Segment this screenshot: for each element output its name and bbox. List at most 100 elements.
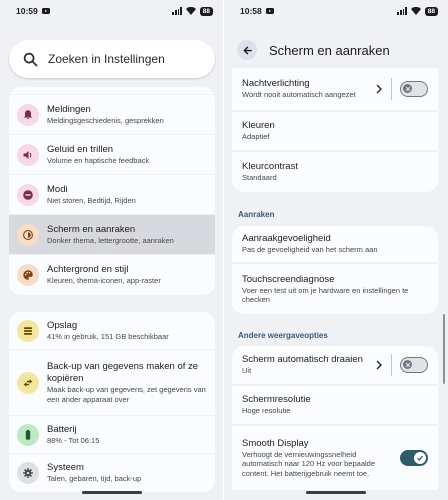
item-subtitle: Donker thema, lettergrootte, aanraken	[47, 235, 174, 245]
search-icon	[23, 52, 38, 66]
toggle-knob	[403, 360, 412, 369]
item-subtitle: Wordt nooit automatisch aangezet	[242, 90, 356, 100]
item-title: Geluid en trillen	[47, 143, 114, 155]
item-title: Batterij	[47, 423, 77, 435]
app-bar: Scherm en aanraken	[224, 36, 448, 64]
toggle-knob	[403, 84, 412, 93]
item-title: Systeem	[47, 462, 84, 474]
chevron-right-icon	[376, 360, 382, 370]
chevron-right-icon	[376, 84, 382, 94]
section-header-touch: Aanraken	[238, 210, 275, 219]
item-subtitle: Voer een test uit om je hardware en inst…	[242, 285, 409, 305]
divider	[391, 354, 392, 376]
settings-item-colors[interactable]: Kleuren Adaptief	[232, 112, 438, 152]
settings-item-touch-sensitivity[interactable]: Aanraakgevoeligheid Pas de gevoeligheid …	[232, 226, 438, 264]
media-icon	[41, 8, 50, 14]
settings-item-wallpaper[interactable]: Achtergrond en stijl Kleuren, thema-icon…	[9, 255, 215, 295]
auto-rotate-toggle[interactable]	[400, 357, 428, 373]
backup-icon	[17, 371, 39, 394]
settings-group-touch: Aanraakgevoeligheid Pas de gevoeligheid …	[232, 226, 438, 314]
settings-item-storage[interactable]: Opslag 41% in gebruik, 151 GB beschikbaa…	[9, 312, 215, 350]
settings-item-modes[interactable]: Modi Niet storen, Bedtijd, Rijden	[9, 175, 215, 215]
battery-icon	[17, 423, 39, 446]
item-title: Kleuren	[242, 120, 275, 132]
settings-item-display[interactable]: Scherm en aanraken Donker thema, letterg…	[9, 215, 215, 255]
wifi-icon	[185, 7, 196, 15]
check-icon	[417, 455, 424, 461]
toggle-knob	[414, 452, 426, 464]
settings-item-smooth-display[interactable]: Smooth Display Verhoogt de vernieuwingss…	[232, 426, 438, 490]
settings-item-backup[interactable]: Back-up van gegevens maken of ze kopiëre…	[9, 350, 215, 416]
settings-item-screen-resolution[interactable]: Schermresolutie Hoge resolutie	[232, 386, 438, 426]
item-subtitle: Maak back-up van gegevens, zet gegevens …	[47, 385, 206, 404]
settings-item-battery[interactable]: Batterij 88% - Tot 06:15	[9, 416, 215, 454]
item-subtitle: Pas de gevoeligheid van het scherm aan	[242, 245, 378, 255]
item-subtitle: 88% - Tot 06:15	[47, 435, 100, 445]
media-icon	[265, 8, 274, 14]
settings-main-screen: 10:59 88 Zoeken in Instellingen Meldinge…	[0, 0, 224, 500]
signal-icon	[397, 7, 407, 15]
back-button[interactable]	[237, 40, 257, 60]
settings-item-touch-diagnostics[interactable]: Touchscreendiagnose Voer een test uit om…	[232, 264, 438, 314]
status-bar: 10:58 88	[224, 0, 448, 22]
item-title: Scherm en aanraken	[47, 223, 136, 235]
item-subtitle: Volume en haptische feedback	[47, 155, 150, 165]
search-input[interactable]: Zoeken in Instellingen	[9, 40, 215, 78]
battery-level-badge: 88	[424, 6, 438, 16]
item-title: Kleurcontrast	[242, 161, 298, 173]
home-gesture-bar[interactable]	[81, 491, 142, 494]
palette-icon	[17, 264, 39, 286]
battery-level-badge: 88	[199, 6, 213, 16]
item-subtitle: Talen, gebaren, tijd, back-up	[47, 474, 142, 484]
item-title: Touchscreendiagnose	[242, 273, 335, 285]
settings-item-sound[interactable]: Geluid en trillen Volume en haptische fe…	[9, 135, 215, 175]
settings-group-personal: Meldingen Meldingsgeschiedenis, gesprekk…	[9, 87, 215, 295]
settings-item-night-light[interactable]: Nachtverlichting Wordt nooit automatisch…	[232, 68, 438, 112]
item-subtitle: Kleuren, thema-iconen, app-raster	[47, 276, 161, 286]
brightness-icon	[17, 223, 39, 246]
list-item-partial	[9, 87, 215, 95]
settings-item-color-contrast[interactable]: Kleurcontrast Standaard	[232, 152, 438, 192]
search-placeholder: Zoeken in Instellingen	[48, 52, 165, 66]
settings-item-notifications[interactable]: Meldingen Meldingsgeschiedenis, gesprekk…	[9, 95, 215, 135]
item-title: Scherm automatisch draaien	[242, 354, 363, 366]
status-time: 10:59	[16, 6, 38, 16]
signal-icon	[172, 7, 182, 15]
settings-item-auto-rotate[interactable]: Scherm automatisch draaien Uit	[232, 346, 438, 386]
item-subtitle: 41% in gebruik, 151 GB beschikbaar	[47, 331, 169, 341]
arrow-left-icon	[243, 46, 252, 54]
night-light-toggle[interactable]	[400, 81, 428, 97]
item-subtitle: Niet storen, Bedtijd, Rijden	[47, 195, 136, 205]
home-gesture-bar[interactable]	[306, 491, 366, 494]
item-subtitle: Adaptief	[242, 132, 270, 142]
status-bar: 10:59 88	[0, 0, 223, 22]
page-title: Scherm en aanraken	[269, 42, 390, 58]
item-title: Opslag	[47, 319, 78, 331]
settings-group-other-display: Scherm automatisch draaien Uit Schermres…	[232, 346, 438, 490]
divider	[391, 78, 392, 100]
wifi-icon	[410, 7, 421, 15]
item-subtitle: Hoge resolutie	[242, 406, 291, 416]
item-title: Smooth Display	[242, 437, 309, 449]
item-title: Schermresolutie	[242, 394, 311, 406]
item-title: Meldingen	[47, 103, 91, 115]
item-subtitle: Meldingsgeschiedenis, gesprekken	[47, 115, 164, 125]
gear-icon	[17, 462, 39, 484]
item-title: Back-up van gegevens maken of ze kopiëre…	[47, 361, 199, 384]
item-subtitle: Standaard	[242, 173, 277, 183]
item-subtitle: Verhoogt de vernieuwingssnelheid automat…	[242, 449, 376, 478]
bell-icon	[17, 103, 39, 126]
settings-group-device: Opslag 41% in gebruik, 151 GB beschikbaa…	[9, 312, 215, 492]
item-title: Modi	[47, 183, 68, 195]
item-title: Aanraakgevoeligheid	[242, 233, 331, 245]
item-title: Achtergrond en stijl	[47, 264, 129, 276]
status-time: 10:58	[240, 6, 262, 16]
smooth-display-toggle[interactable]	[400, 450, 428, 466]
settings-group-display: Nachtverlichting Wordt nooit automatisch…	[232, 68, 438, 192]
scrollbar[interactable]	[443, 314, 445, 384]
speaker-icon	[17, 143, 39, 166]
settings-item-system[interactable]: Systeem Talen, gebaren, tijd, back-up	[9, 454, 215, 492]
storage-icon	[17, 319, 39, 342]
minus-circle-icon	[17, 183, 39, 206]
item-title: Nachtverlichting	[242, 78, 310, 90]
